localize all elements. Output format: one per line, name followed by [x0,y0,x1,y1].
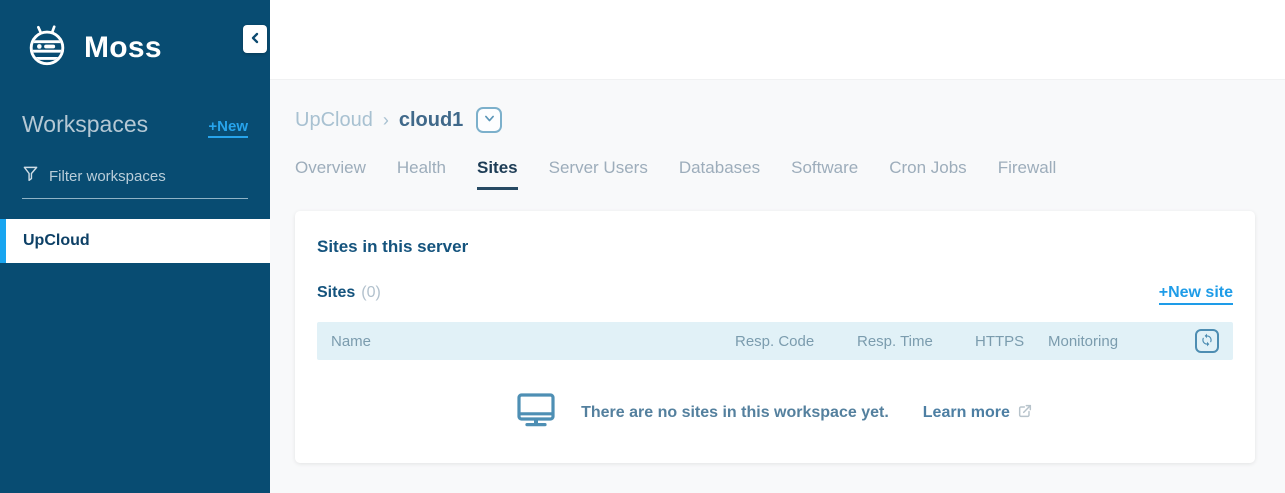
tab-software[interactable]: Software [791,158,858,190]
column-resp-code: Resp. Code [735,332,815,350]
tab-overview[interactable]: Overview [295,158,366,190]
learn-more-link[interactable]: Learn more [923,403,1033,424]
card-title: Sites in this server [317,237,469,256]
breadcrumb-separator: › [382,109,389,130]
column-name: Name [331,332,372,350]
app-name: Moss [84,30,162,64]
server-tabs: Overview Health Sites Server Users Datab… [295,158,1255,190]
breadcrumb-server: cloud1 [398,108,464,131]
tab-cron-jobs[interactable]: Cron Jobs [889,158,966,190]
sites-count: (0) [361,284,381,301]
funnel-icon [22,165,39,187]
sidebar-collapse-button[interactable] [243,25,267,53]
sites-label: Sites [317,284,356,301]
app-logo: Moss [0,0,270,73]
tab-firewall[interactable]: Firewall [998,158,1057,190]
new-site-button[interactable]: +New site [1158,284,1233,305]
workspace-item-label: UpCloud [23,232,90,249]
column-https: HTTPS [975,332,1025,350]
server-dropdown-button[interactable] [476,107,503,133]
chevron-left-icon [250,32,260,47]
filter-workspaces-input[interactable] [49,167,248,185]
tab-server-users[interactable]: Server Users [549,158,648,190]
workspaces-header: Workspaces +New [22,111,248,138]
new-workspace-button[interactable]: +New [208,118,248,138]
tab-sites[interactable]: Sites [477,158,518,190]
workspace-filter [22,165,248,199]
refresh-sites-button[interactable] [1195,329,1219,353]
workspace-list: UpCloud [0,219,270,263]
refresh-icon [1200,333,1214,350]
sites-card: Sites in this server Sites (0) +New site … [295,211,1255,463]
content-area: UpCloud › cloud1 Overview Health Sites S… [270,107,1285,463]
sidebar: Moss Workspaces +New UpCloud [0,0,270,493]
moss-robot-icon [24,22,70,73]
breadcrumb: UpCloud › cloud1 [295,107,1255,133]
sites-toolbar: Sites (0) +New site [317,284,1233,305]
column-monitoring: Monitoring [1048,332,1119,350]
external-link-icon [1017,403,1033,424]
breadcrumb-workspace[interactable]: UpCloud [295,109,373,132]
empty-state-message: There are no sites in this workspace yet… [581,404,889,421]
main-area: UpCloud › cloud1 Overview Health Sites S… [270,0,1285,493]
chevron-down-icon [483,112,496,128]
sites-count-group: Sites (0) [317,284,381,302]
top-bar [270,0,1285,80]
empty-state: There are no sites in this workspace yet… [317,393,1233,433]
sites-table-header: Name Resp. Code Resp. Time HTTPS Monitor… [317,322,1233,360]
tab-databases[interactable]: Databases [679,158,760,190]
workspace-item-upcloud[interactable]: UpCloud [0,219,270,263]
workspaces-heading: Workspaces [22,111,149,137]
learn-more-label: Learn more [922,404,1010,421]
tab-health[interactable]: Health [397,158,446,190]
monitor-icon [517,393,555,433]
column-resp-time: Resp. Time [857,332,933,350]
